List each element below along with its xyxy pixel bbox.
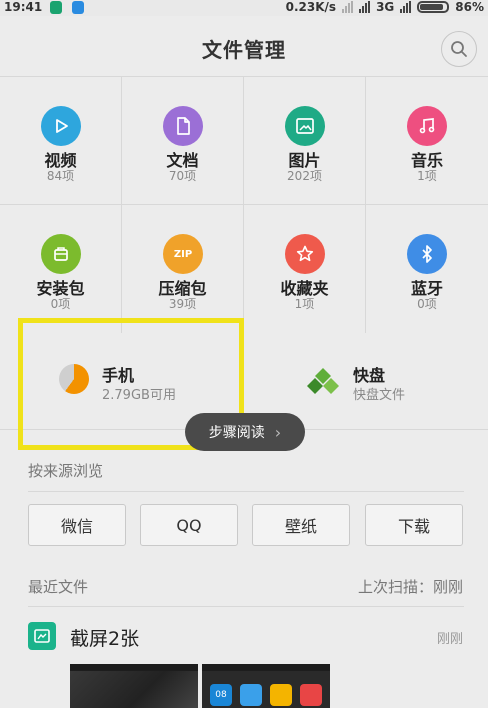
category-count: 1项 [417, 169, 437, 183]
source-download-button[interactable]: 下载 [365, 504, 463, 546]
calendar-app-icon: 08 [210, 684, 232, 706]
source-wechat-button[interactable]: 微信 [28, 504, 126, 546]
category-apks[interactable]: 安装包 0项 [0, 205, 122, 333]
category-images[interactable]: 图片 202项 [244, 77, 366, 205]
category-bluetooth[interactable]: 蓝牙 0项 [366, 205, 488, 333]
category-count: 84项 [46, 169, 75, 183]
category-archives[interactable]: ZIP 压缩包 39项 [122, 205, 244, 333]
kuaipan-subtitle: 快盘文件 [353, 388, 406, 403]
category-count: 70项 [168, 169, 197, 183]
chevron-right-icon: › [274, 422, 282, 442]
step-reading-label: 步骤阅读 [208, 425, 265, 441]
search-button[interactable] [441, 31, 477, 67]
document-icon [163, 106, 203, 146]
category-videos[interactable]: 视频 84项 [0, 77, 122, 205]
category-count: 0项 [417, 297, 437, 311]
step-reading-button[interactable]: 步骤阅读 › [185, 413, 305, 451]
radio-app-icon [300, 684, 322, 706]
category-music[interactable]: 音乐 1项 [366, 77, 488, 205]
notification-icon [72, 1, 84, 14]
notification-icon [50, 1, 62, 14]
music-icon [407, 106, 447, 146]
phone-storage-name: 手机 [102, 366, 135, 385]
signal-icon [359, 1, 371, 13]
status-time: 19:41 [4, 0, 43, 14]
recent-group-time: 刚刚 [436, 632, 463, 647]
category-count: 202项 [287, 169, 322, 183]
status-bar: 19:41 0.23K/s 3G 86% [0, 0, 488, 16]
browse-section-title: 按来源浏览 [28, 462, 104, 480]
zip-icon-text: ZIP [173, 248, 193, 260]
divider [28, 606, 464, 607]
page-title: 文件管理 [202, 38, 286, 62]
network-type: 3G [376, 0, 395, 14]
star-app-icon [270, 684, 292, 706]
category-count: 1项 [294, 297, 315, 311]
bluetooth-icon [407, 234, 447, 274]
recent-group-title: 截屏2张 [70, 628, 140, 650]
category-count: 39项 [168, 297, 197, 311]
battery-level: 86% [455, 0, 484, 14]
kuaipan-logo-icon [307, 368, 339, 394]
star-icon [285, 234, 325, 274]
search-icon [451, 41, 467, 57]
last-scan-text: 上次扫描：刚刚 [357, 578, 463, 596]
category-documents[interactable]: 文档 70项 [122, 77, 244, 205]
screenshot-thumbnail[interactable]: 08 [202, 664, 330, 708]
source-qq-button[interactable]: QQ [140, 504, 238, 546]
app-header: 文件管理 [0, 16, 488, 76]
status-indicators: 0.23K/s 3G 86% [286, 0, 484, 14]
package-icon [41, 234, 81, 274]
category-count: 0项 [50, 297, 71, 311]
divider [28, 491, 464, 492]
wifi-signal-icon [342, 1, 354, 13]
weather-app-icon [240, 684, 262, 706]
thumbnail-statusbar [70, 664, 198, 671]
source-wallpaper-button[interactable]: 壁纸 [252, 504, 350, 546]
kuaipan-name: 快盘 [353, 366, 386, 385]
image-icon [285, 106, 325, 146]
zip-icon: ZIP [163, 234, 203, 274]
storage-pie-icon [59, 364, 89, 394]
phone-storage-free: 2.79GB可用 [102, 388, 176, 403]
recent-section-title: 最近文件 [28, 578, 89, 596]
category-grid: 视频 84项 文档 70项 图片 202项 音乐 1项 安装包 0项 ZIP 压… [0, 76, 488, 333]
battery-icon [417, 1, 450, 13]
signal-icon [400, 1, 412, 13]
category-favorites[interactable]: 收藏夹 1项 [244, 205, 366, 333]
network-speed: 0.23K/s [285, 0, 337, 14]
screenshot-thumbnail[interactable] [70, 664, 198, 708]
screenshot-icon [28, 622, 56, 650]
thumbnail-statusbar [202, 664, 330, 671]
play-icon [41, 106, 81, 146]
